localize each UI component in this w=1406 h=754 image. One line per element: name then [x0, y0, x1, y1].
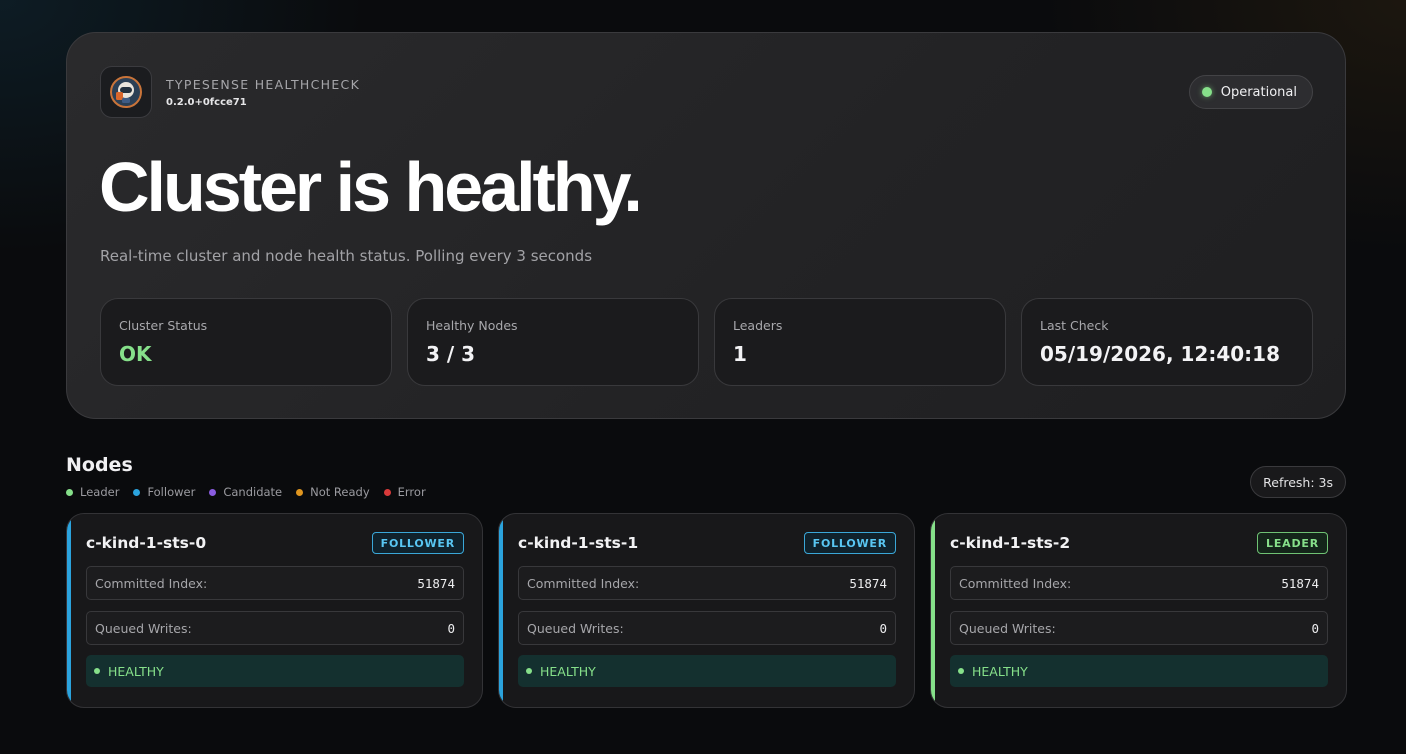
stat-value: OK — [119, 342, 152, 366]
app-version: 0.2.0+0fcce71 — [166, 96, 247, 108]
legend-label: Candidate — [223, 485, 283, 499]
queued-writes-row: Queued Writes: 0 — [950, 611, 1328, 645]
page-title: Cluster is healthy. — [99, 148, 643, 226]
follower-dot-icon — [133, 488, 141, 496]
stat-label: Cluster Status — [119, 318, 208, 333]
queued-writes-value: 0 — [1311, 620, 1319, 636]
status-label: Operational — [1220, 84, 1297, 100]
health-label: HEALTHY — [540, 663, 596, 679]
committed-index-value: 51874 — [1281, 575, 1319, 591]
committed-index-value: 51874 — [849, 575, 887, 591]
role-accent-bar — [67, 514, 71, 707]
role-accent-bar — [931, 514, 935, 707]
row-label: Queued Writes: — [95, 620, 192, 636]
committed-index-row: Committed Index: 51874 — [86, 566, 464, 600]
refresh-interval-button[interactable]: Refresh: 3s — [1250, 466, 1346, 498]
legend-label: Leader — [80, 485, 120, 499]
status-dot-icon — [1201, 87, 1212, 97]
cluster-summary-panel: TYPESENSE HEALTHCHECK 0.2.0+0fcce71 Oper… — [66, 32, 1346, 419]
legend-item-follower: Follower — [133, 485, 195, 499]
node-name: c-kind-1-sts-0 — [86, 534, 207, 552]
health-status: HEALTHY — [86, 655, 464, 687]
stat-cluster-status: Cluster Status OK — [100, 298, 392, 386]
node-cards: c-kind-1-sts-0 FOLLOWER Committed Index:… — [66, 513, 1347, 708]
stat-label: Healthy Nodes — [426, 318, 518, 333]
brand: TYPESENSE HEALTHCHECK 0.2.0+0fcce71 — [100, 66, 360, 118]
health-dot-icon — [526, 668, 532, 674]
committed-index-row: Committed Index: 51874 — [518, 566, 896, 600]
stat-healthy-nodes: Healthy Nodes 3 / 3 — [407, 298, 699, 386]
node-card: c-kind-1-sts-2 LEADER Committed Index: 5… — [930, 513, 1347, 708]
queued-writes-value: 0 — [879, 620, 887, 636]
queued-writes-value: 0 — [447, 620, 455, 636]
queued-writes-row: Queued Writes: 0 — [86, 611, 464, 645]
stats-row: Cluster Status OK Healthy Nodes 3 / 3 Le… — [100, 298, 1313, 386]
committed-index-row: Committed Index: 51874 — [950, 566, 1328, 600]
candidate-dot-icon — [209, 488, 217, 496]
legend-item-leader: Leader — [66, 485, 119, 499]
role-badge: LEADER — [1257, 532, 1328, 554]
stat-label: Last Check — [1040, 318, 1109, 333]
stat-label: Leaders — [733, 318, 783, 333]
legend-item-not-ready: Not Ready — [296, 485, 370, 499]
legend-item-candidate: Candidate — [209, 485, 282, 499]
leader-dot-icon — [66, 488, 73, 496]
role-badge: FOLLOWER — [371, 532, 464, 554]
stat-value: 3 / 3 — [426, 342, 476, 366]
node-card: c-kind-1-sts-0 FOLLOWER Committed Index:… — [66, 513, 483, 708]
role-badge: FOLLOWER — [803, 532, 896, 554]
operational-status-badge: Operational — [1188, 75, 1313, 109]
nodes-section-title: Nodes — [66, 454, 133, 476]
stat-leaders: Leaders 1 — [714, 298, 1006, 386]
queued-writes-row: Queued Writes: 0 — [518, 611, 896, 645]
role-accent-bar — [499, 514, 503, 707]
node-name: c-kind-1-sts-2 — [950, 534, 1071, 552]
health-label: HEALTHY — [108, 663, 164, 679]
legend-label: Error — [397, 485, 426, 499]
error-dot-icon — [383, 488, 391, 496]
row-label: Committed Index: — [527, 575, 640, 591]
legend-label: Follower — [147, 485, 196, 499]
health-status: HEALTHY — [518, 655, 896, 687]
health-dot-icon — [94, 668, 100, 674]
page-subtitle: Real-time cluster and node health status… — [100, 247, 593, 265]
stat-value: 05/19/2026, 12:40:18 — [1040, 342, 1280, 366]
legend-label: Not Ready — [310, 485, 370, 499]
stat-value: 1 — [733, 342, 747, 366]
app-logo-icon — [100, 66, 152, 118]
row-label: Committed Index: — [95, 575, 208, 591]
app-name: TYPESENSE HEALTHCHECK — [166, 76, 361, 92]
health-dot-icon — [958, 668, 964, 674]
stat-last-check: Last Check 05/19/2026, 12:40:18 — [1021, 298, 1313, 386]
role-legend: Leader Follower Candidate Not Ready Erro… — [66, 485, 426, 499]
row-label: Committed Index: — [959, 575, 1072, 591]
row-label: Queued Writes: — [527, 620, 624, 636]
node-name: c-kind-1-sts-1 — [518, 534, 639, 552]
node-card: c-kind-1-sts-1 FOLLOWER Committed Index:… — [498, 513, 915, 708]
health-label: HEALTHY — [972, 663, 1028, 679]
not-ready-dot-icon — [296, 488, 304, 496]
legend-item-error: Error — [383, 485, 426, 499]
health-status: HEALTHY — [950, 655, 1328, 687]
committed-index-value: 51874 — [417, 575, 455, 591]
row-label: Queued Writes: — [959, 620, 1056, 636]
